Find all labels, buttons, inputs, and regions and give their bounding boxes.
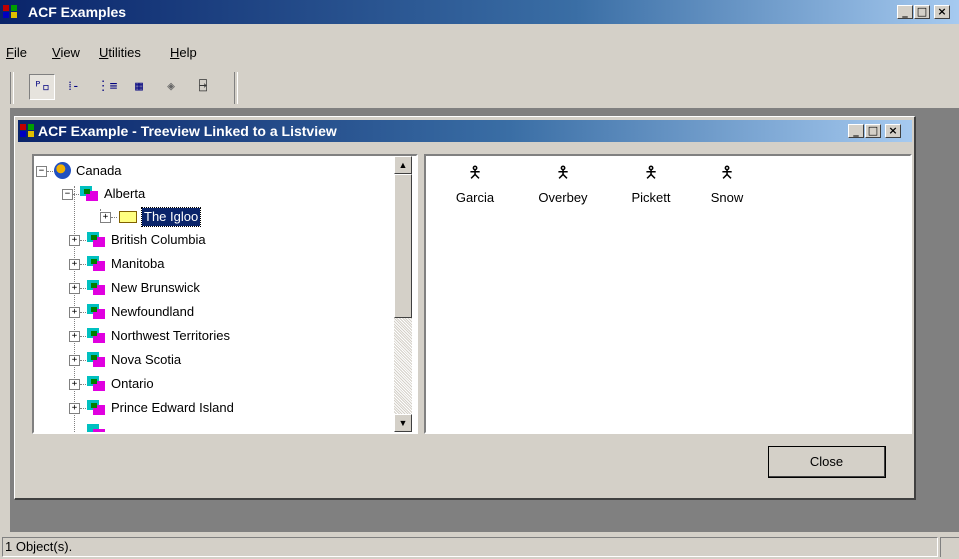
province-icon (87, 400, 105, 416)
menu-utilities[interactable]: Utilities (99, 45, 141, 60)
app-icon (3, 5, 19, 19)
province-icon (80, 186, 98, 202)
status-bar: 1 Object(s). (0, 536, 959, 559)
expand-icon[interactable]: + (69, 331, 80, 342)
tree-label: Prince Edward Island (111, 400, 234, 415)
tree-label: Newfoundland (111, 304, 195, 319)
child-app-icon (20, 124, 36, 138)
tree-line (80, 408, 86, 409)
child-minimize-button[interactable]: _ (848, 124, 864, 138)
tree-line (111, 217, 117, 218)
tree-line (80, 312, 86, 313)
province-icon (87, 280, 105, 296)
list-item[interactable]: 🯅 Garcia (430, 162, 520, 205)
app-title: ACF Examples (28, 4, 127, 20)
person-icon: 🯅 (643, 163, 659, 182)
expand-icon[interactable]: + (100, 212, 111, 223)
person-icon: 🯅 (467, 163, 483, 182)
expand-icon[interactable]: + (69, 307, 80, 318)
child-maximize-button[interactable]: □ (865, 124, 881, 138)
tree-label-selected: The Igloo (140, 207, 202, 227)
large-icons-icon[interactable]: ᴾ▫ (29, 74, 55, 100)
tree-line (80, 360, 86, 361)
province-icon (87, 256, 105, 272)
province-icon (87, 352, 105, 368)
tree-label: New Brunswick (111, 280, 200, 295)
child-close-button[interactable]: × (885, 124, 901, 138)
tree-line (80, 288, 86, 289)
small-icons-icon[interactable]: ⁞- (61, 74, 87, 100)
tree-line (80, 264, 86, 265)
minimize-button[interactable]: _ (897, 5, 913, 19)
province-icon (87, 328, 105, 344)
collapse-icon[interactable]: − (62, 189, 73, 200)
person-icon: 🯅 (555, 163, 571, 182)
expand-icon[interactable]: + (69, 259, 80, 270)
province-icon (87, 376, 105, 392)
expand-icon[interactable]: + (69, 403, 80, 414)
tree-label: Alberta (104, 186, 146, 201)
tree-label: British Columbia (111, 232, 206, 247)
menu-file[interactable]: File (6, 45, 27, 60)
list-item-label: Snow (710, 190, 744, 205)
scrollbar-thumb[interactable] (394, 174, 412, 318)
province-icon (87, 304, 105, 320)
list-item[interactable]: 🯅 Overbey (518, 162, 608, 205)
province-icon (87, 424, 105, 432)
child-title-bar[interactable]: ACF Example - Treeview Linked to a Listv… (18, 120, 912, 142)
menu-help[interactable]: Help (170, 45, 197, 60)
details-view-icon[interactable]: ▦ (126, 74, 152, 100)
list-view[interactable]: 🯅 Garcia 🯅 Overbey 🯅 Pickett 🯅 Snow (424, 154, 912, 434)
expand-icon[interactable]: + (69, 235, 80, 246)
person-icon: 🯅 (719, 163, 735, 182)
tree-label: Canada (76, 163, 122, 178)
list-view-icon[interactable]: ⋮≡ (94, 74, 120, 100)
menu-bar: File View Utilities Help (0, 42, 959, 64)
tree-line (80, 384, 86, 385)
tree-label: Ontario (111, 376, 154, 391)
collapse-icon[interactable]: − (36, 166, 47, 177)
close-window-button[interactable]: × (934, 5, 950, 19)
tree-label: Manitoba (111, 256, 165, 271)
tree-line (80, 240, 86, 241)
tree-vertical-scrollbar[interactable]: ▲ ▼ (394, 156, 412, 432)
tree-line (73, 194, 79, 195)
list-item[interactable]: 🯅 Snow (682, 162, 772, 205)
app-title-bar[interactable]: ACF Examples _ □ × (0, 0, 959, 24)
status-grip[interactable] (940, 537, 959, 557)
expand-icon[interactable]: + (69, 283, 80, 294)
menu-view[interactable]: View (52, 45, 80, 60)
expand-icon[interactable]: + (69, 379, 80, 390)
child-title: ACF Example - Treeview Linked to a Listv… (38, 123, 337, 139)
list-item-label: Pickett (631, 190, 671, 205)
globe-icon (54, 162, 71, 179)
province-icon (87, 232, 105, 248)
tree-view[interactable]: − Canada − Alberta + The Igloo + British… (32, 154, 418, 434)
toolbar-separator (234, 72, 238, 104)
expand-icon[interactable]: + (69, 355, 80, 366)
tree-line (80, 336, 86, 337)
exit-icon[interactable]: ⍈ (190, 74, 216, 100)
tree-label: Nova Scotia (111, 352, 182, 367)
close-button[interactable]: Close (768, 446, 886, 478)
tree-label: Northwest Territories (111, 328, 230, 343)
open-folder-icon (119, 211, 137, 223)
book-icon[interactable]: ◈ (158, 74, 184, 100)
maximize-button[interactable]: □ (914, 5, 930, 19)
status-text: 1 Object(s). (2, 537, 938, 557)
list-item-label: Garcia (455, 190, 495, 205)
toolbar-grip (10, 72, 14, 104)
scroll-up-icon[interactable]: ▲ (394, 156, 412, 174)
scroll-down-icon[interactable]: ▼ (394, 414, 412, 432)
list-item-label: Overbey (538, 190, 588, 205)
